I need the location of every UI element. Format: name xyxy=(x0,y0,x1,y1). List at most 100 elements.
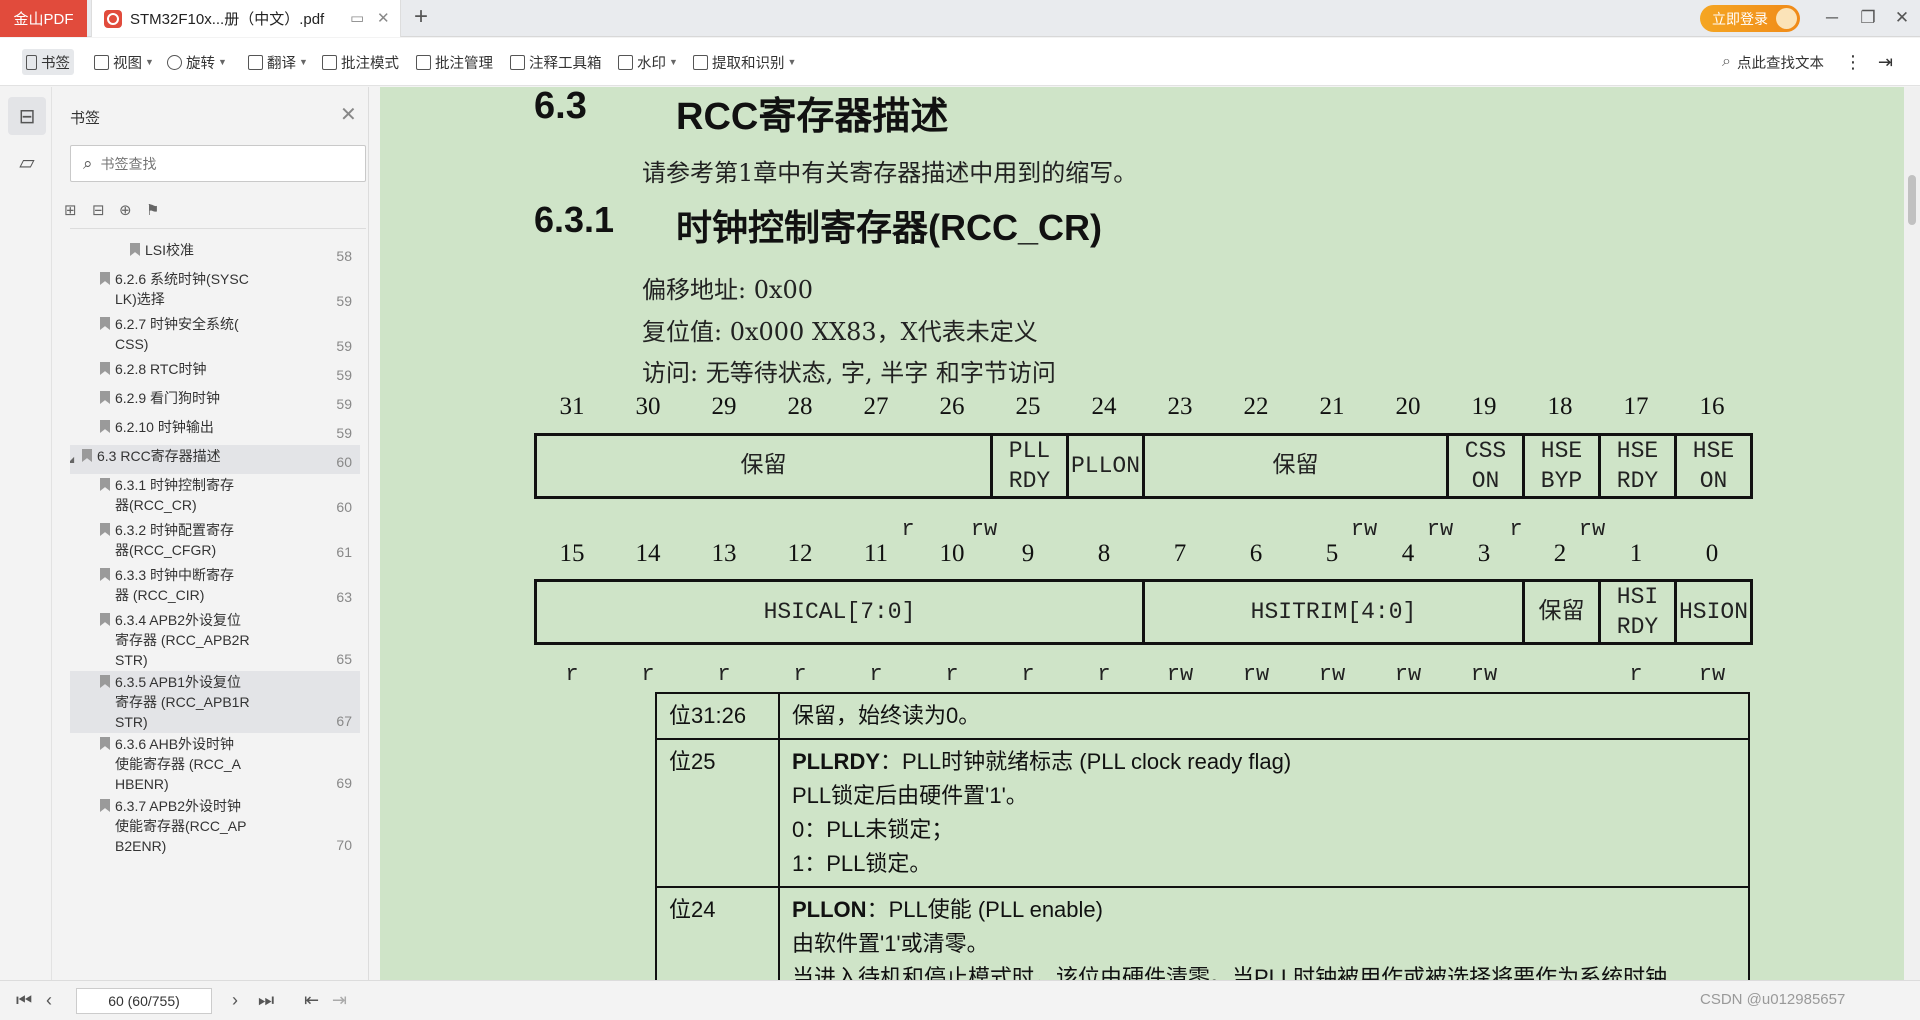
subsection-title: 时钟控制寄存器(RCC_CR) xyxy=(676,207,1102,248)
document-scrollbar[interactable] xyxy=(1904,87,1920,980)
comment-manage-tool[interactable]: 批注管理 xyxy=(412,49,497,75)
access-b18: rw xyxy=(1426,517,1454,542)
app-tab[interactable]: 金山PDF xyxy=(0,0,87,37)
expand-all-icon[interactable]: ⊞ xyxy=(64,201,82,219)
restore-icon[interactable]: ❐ xyxy=(1856,8,1880,28)
field-line: HSE xyxy=(1692,438,1735,464)
bit-number: 4 xyxy=(1401,540,1415,567)
bookmark-tool[interactable]: 书签 xyxy=(22,49,74,75)
pllon-field: PLLON xyxy=(1066,433,1145,499)
search-icon: ⌕ xyxy=(83,153,93,173)
bit-number: 19 xyxy=(1471,393,1497,420)
bookmark-item[interactable]: 6.2.10 时钟输出 59 xyxy=(70,416,360,445)
bookmark-flag-icon xyxy=(100,799,110,812)
minimize-icon[interactable]: ─ xyxy=(1820,8,1844,28)
login-button[interactable]: 立即登录 xyxy=(1700,5,1800,32)
reserved-field: 保留 xyxy=(1142,433,1449,499)
add-bookmark-icon[interactable]: ⊕ xyxy=(119,201,137,219)
bookmark-search-input[interactable] xyxy=(100,155,341,172)
close-tab-icon[interactable]: ✕ xyxy=(377,9,390,27)
bookmark-label-line: LK)选择 xyxy=(115,291,165,307)
bookmark-item[interactable]: 6.3.2 时钟配置寄存 器(RCC_CFGR) 61 xyxy=(70,519,360,564)
bit-number: 7 xyxy=(1173,540,1187,567)
bookmark-flag-icon xyxy=(100,675,110,688)
expand-arrow-icon[interactable]: ◢ xyxy=(70,450,74,470)
translate-tool[interactable]: 翻译 ▼ xyxy=(244,49,312,75)
hsion-field: HSION xyxy=(1674,579,1753,645)
tool-label: 旋转 xyxy=(186,55,215,72)
toolbox-tool[interactable]: 注释工具箱 xyxy=(506,49,606,75)
bit-number: 5 xyxy=(1325,540,1339,567)
bookmark-item[interactable]: 6.2.8 RTC时钟 59 xyxy=(70,358,360,387)
find-text-button[interactable]: ⌕ 点此查找文本 xyxy=(1718,49,1828,75)
first-page-icon[interactable]: ⏮ xyxy=(16,990,32,1011)
prev-page-icon[interactable]: ‹ xyxy=(46,990,52,1011)
bit-number: 10 xyxy=(939,540,965,567)
access-label: r xyxy=(945,662,959,687)
bookmark-page: 60 xyxy=(336,454,352,470)
view-icon xyxy=(94,54,109,70)
extract-tool[interactable]: 提取和识别 ▼ xyxy=(689,49,800,75)
app-name: 金山PDF xyxy=(13,11,74,28)
next-page-icon[interactable]: › xyxy=(232,990,238,1011)
bookmark-label-line: B2ENR) xyxy=(115,838,167,854)
close-window-icon[interactable]: ✕ xyxy=(1890,8,1914,28)
back-icon[interactable]: ⇤ xyxy=(304,990,319,1011)
bookmark-label-line: 器(RCC_CFGR) xyxy=(115,542,217,558)
bit-number: 31 xyxy=(559,393,585,420)
field-summary: ：PLL使能 (PLL enable) xyxy=(866,897,1103,922)
last-page-icon[interactable]: ⏭ xyxy=(258,990,274,1011)
bookmark-search[interactable]: ⌕ xyxy=(70,145,366,182)
field-line: RDY xyxy=(1616,468,1659,494)
bookmark-item[interactable]: 6.3.4 APB2外设复位 寄存器 (RCC_APB2R STR) 65 xyxy=(70,609,360,671)
avatar xyxy=(1776,8,1797,29)
bookmark-flag-icon xyxy=(100,523,110,536)
field-line: ON xyxy=(1699,468,1728,494)
scrollbar-thumb[interactable] xyxy=(1908,175,1916,225)
view-tool[interactable]: 视图 ▼ xyxy=(90,49,158,75)
close-icon[interactable]: ✕ xyxy=(340,102,357,127)
annotate-mode-tool[interactable]: 批注模式 xyxy=(318,49,403,75)
comment-panel-icon[interactable]: ▱ xyxy=(8,143,46,181)
desc-line: 由软件置'1'或清零。 xyxy=(792,931,989,956)
bit-number: 14 xyxy=(635,540,661,567)
desc-line: 0：PLL未锁定； xyxy=(792,817,954,842)
access-label: r xyxy=(1097,662,1111,687)
document-tab[interactable]: STM32F10x...册（中文）.pdf ▭ ✕ xyxy=(91,0,401,37)
rotate-tool[interactable]: 旋转 ▼ xyxy=(163,49,231,75)
collapse-all-icon[interactable]: ⊟ xyxy=(92,201,110,219)
bookmark-item[interactable]: 6.2.6 系统时钟(SYSC LK)选择 59 xyxy=(70,268,360,313)
comment-manage-icon xyxy=(416,54,431,70)
bookmark-label: LSI校准 xyxy=(145,240,194,260)
tool-label: 水印 xyxy=(637,55,666,72)
bookmark-flag-icon[interactable]: ⚑ xyxy=(146,201,164,219)
bookmark-item[interactable]: 6.3.3 时钟中断寄存器 (RCC_CIR) 63 xyxy=(70,564,360,609)
bookmark-panel-icon[interactable]: ⊟ xyxy=(8,97,46,135)
forward-icon[interactable]: ⇥ xyxy=(332,990,347,1011)
bookmark-flag-icon xyxy=(100,478,110,491)
page-number-input[interactable] xyxy=(76,988,212,1014)
watermark-tool[interactable]: 水印 ▼ xyxy=(614,49,682,75)
field-summary: ：PLL时钟就绪标志 (PLL clock ready flag) xyxy=(880,749,1292,774)
bookmark-item[interactable]: LSI校准 58 xyxy=(70,239,360,268)
field-line: ON xyxy=(1471,468,1500,494)
bookmark-item[interactable]: 6.3.7 APB2外设时钟 使能寄存器(RCC_AP B2ENR) 70 xyxy=(70,795,360,857)
bookmark-item[interactable]: 6.2.9 看门狗时钟 59 xyxy=(70,387,360,416)
export-icon[interactable]: ⇥ xyxy=(1874,49,1897,75)
bookmark-label: 6.3.4 APB2外设复位 寄存器 (RCC_APB2R STR) xyxy=(115,610,250,670)
new-tab-button[interactable]: + xyxy=(414,3,428,31)
more-icon[interactable]: ⋮ xyxy=(1840,49,1866,75)
bookmark-item[interactable]: 6.3.5 APB1外设复位 寄存器 (RCC_APB1R STR) 67 xyxy=(70,671,360,733)
annotate-mode-icon xyxy=(322,54,337,70)
access-label: r xyxy=(717,662,731,687)
bookmark-item[interactable]: 6.2.7 时钟安全系统(CSS) 59 xyxy=(70,313,360,358)
bit-number: 16 xyxy=(1699,393,1725,420)
bookmark-label-line: 6.2.7 时钟安全系统( xyxy=(115,316,239,332)
bookmark-item[interactable]: 6.3.6 AHB外设时钟 使能寄存器 (RCC_A HBENR) 69 xyxy=(70,733,360,795)
bit-number: 6 xyxy=(1249,540,1263,567)
monitor-icon[interactable]: ▭ xyxy=(350,9,364,27)
bookmark-item[interactable]: ◢ 6.3 RCC寄存器描述 60 xyxy=(70,445,360,474)
bookmark-page: 59 xyxy=(336,367,352,383)
bookmark-item[interactable]: 6.3.1 时钟控制寄存 器(RCC_CR) 60 xyxy=(70,474,360,519)
access-label: r xyxy=(641,662,655,687)
